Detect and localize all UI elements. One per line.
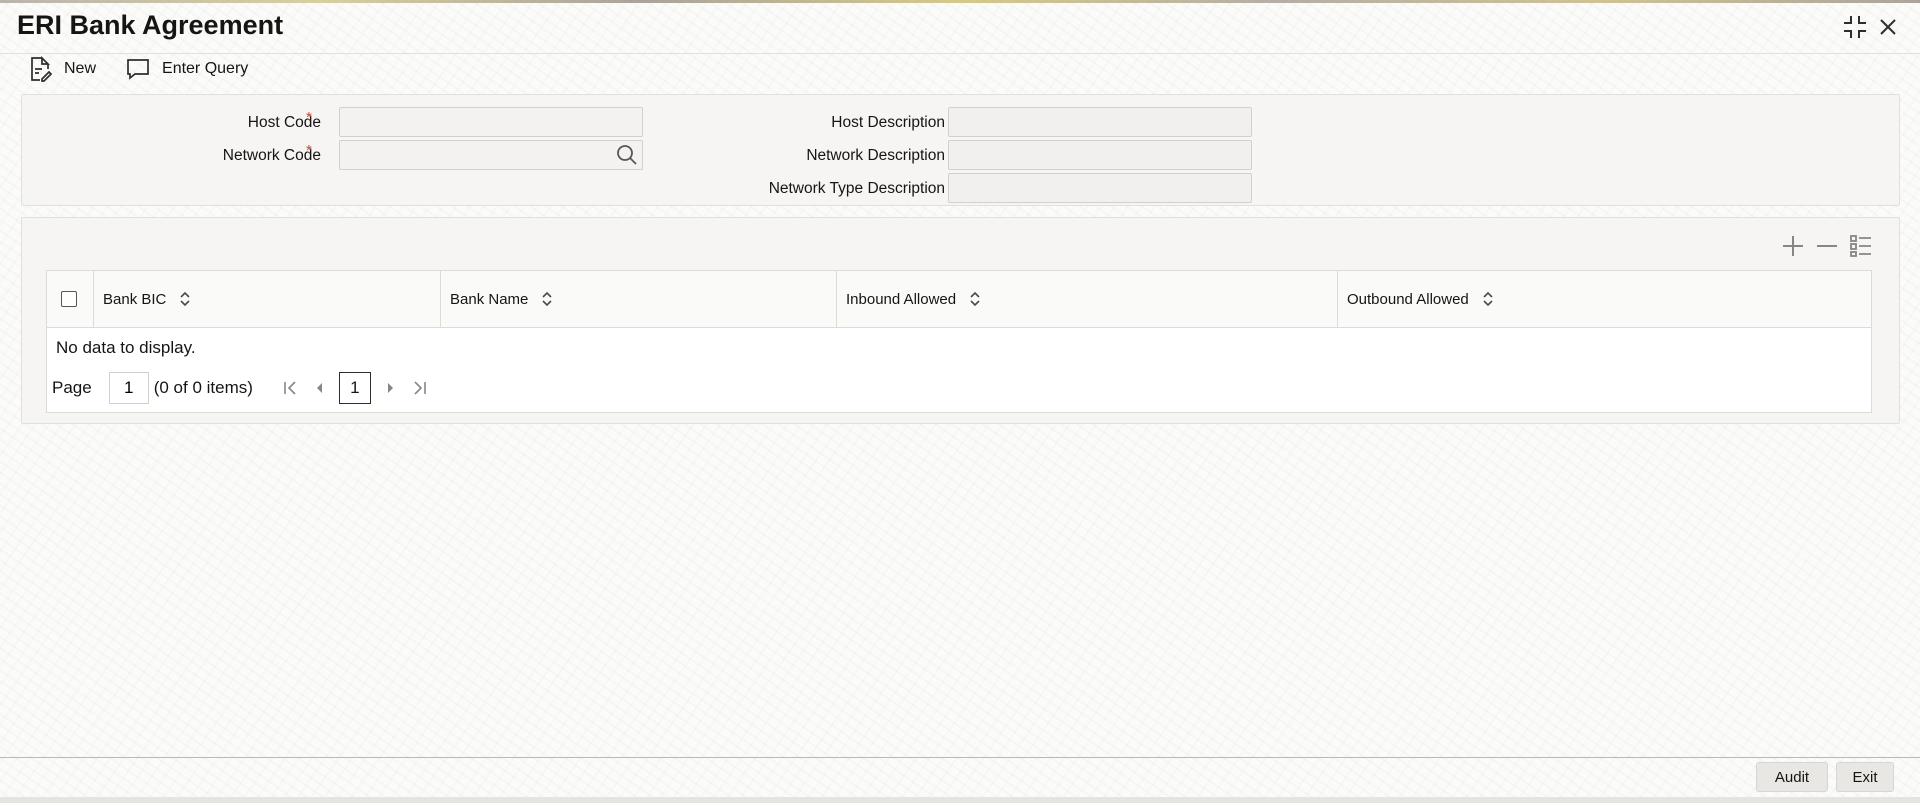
host-code-input[interactable] [339, 107, 643, 137]
select-all-checkbox[interactable] [61, 291, 77, 307]
bank-agreement-table: Bank BIC Bank Name Inbound Allowed Outbo… [46, 270, 1872, 413]
sort-icon[interactable] [542, 292, 552, 306]
host-description-field[interactable] [948, 107, 1252, 137]
select-all-cell [47, 271, 94, 327]
toolbar: New Enter Query [28, 56, 278, 82]
network-description-label: Network Description [806, 147, 945, 164]
audit-button[interactable]: Audit [1756, 762, 1828, 792]
last-page-icon [414, 381, 426, 395]
grid-panel: Bank BIC Bank Name Inbound Allowed Outbo… [21, 217, 1900, 424]
enter-query-button[interactable]: Enter Query [126, 56, 248, 82]
network-type-description-field[interactable] [948, 173, 1252, 203]
column-header-label: Bank BIC [103, 290, 167, 308]
page-title: ERI Bank Agreement [17, 10, 284, 40]
last-page-button[interactable] [411, 380, 427, 396]
bottom-strip [0, 797, 1920, 803]
column-header-label: Bank Name [450, 290, 529, 308]
search-icon [617, 145, 637, 165]
single-record-view-button[interactable] [1849, 234, 1873, 258]
next-page-button[interactable] [385, 380, 397, 396]
plus-icon [1783, 236, 1803, 256]
current-page-button[interactable]: 1 [338, 372, 371, 404]
network-type-description-label: Network Type Description [768, 180, 945, 197]
close-icon [1880, 19, 1896, 35]
delete-row-button[interactable] [1815, 234, 1839, 258]
previous-page-button[interactable] [313, 380, 325, 396]
close-button[interactable] [1875, 14, 1901, 40]
host-code-required-marker: * [306, 109, 312, 126]
next-page-icon [387, 383, 393, 393]
column-header-outbound-allowed[interactable]: Outbound Allowed [1338, 271, 1871, 327]
sort-icon[interactable] [970, 292, 980, 306]
speech-bubble-icon [127, 59, 149, 80]
sort-icon[interactable] [180, 292, 190, 306]
first-page-icon [284, 381, 296, 395]
network-code-input[interactable] [339, 140, 643, 170]
page-number-input[interactable] [108, 372, 149, 404]
header-form-panel: Host Code * Network Code * Host Descript… [21, 94, 1900, 206]
column-header-bank-bic[interactable]: Bank BIC [94, 271, 441, 327]
enter-query-label: Enter Query [162, 60, 249, 77]
network-code-required-marker: * [306, 142, 312, 159]
new-button[interactable]: New [28, 56, 96, 82]
grid-toolbar [1771, 234, 1873, 258]
new-document-icon [31, 56, 52, 82]
add-row-button[interactable] [1781, 234, 1805, 258]
list-detail-icon [1850, 235, 1871, 257]
page-label: Page [52, 378, 92, 397]
sort-icon[interactable] [1483, 292, 1493, 306]
minus-icon [1817, 245, 1837, 247]
table-header: Bank BIC Bank Name Inbound Allowed Outbo… [47, 271, 1871, 328]
column-header-inbound-allowed[interactable]: Inbound Allowed [837, 271, 1338, 327]
items-count: (0 of 0 items) [153, 378, 253, 397]
first-page-button[interactable] [283, 380, 299, 396]
network-description-field[interactable] [948, 140, 1252, 170]
column-header-bank-name[interactable]: Bank Name [441, 271, 837, 327]
host-description-label: Host Description [831, 114, 945, 131]
empty-table-message: No data to display. [56, 338, 196, 357]
new-label: New [64, 60, 97, 77]
collapse-button[interactable] [1842, 14, 1868, 40]
title-separator [0, 53, 1920, 54]
network-code-search-button[interactable] [616, 144, 638, 171]
exit-button[interactable]: Exit [1836, 762, 1894, 792]
collapse-icon [1844, 16, 1866, 38]
previous-page-icon [316, 383, 322, 393]
footer-separator [0, 757, 1920, 758]
column-header-label: Inbound Allowed [846, 290, 957, 308]
column-header-label: Outbound Allowed [1347, 290, 1469, 308]
pagination: Page (0 of 0 items) 1 [52, 372, 427, 404]
top-decorative-strip [0, 0, 1920, 3]
